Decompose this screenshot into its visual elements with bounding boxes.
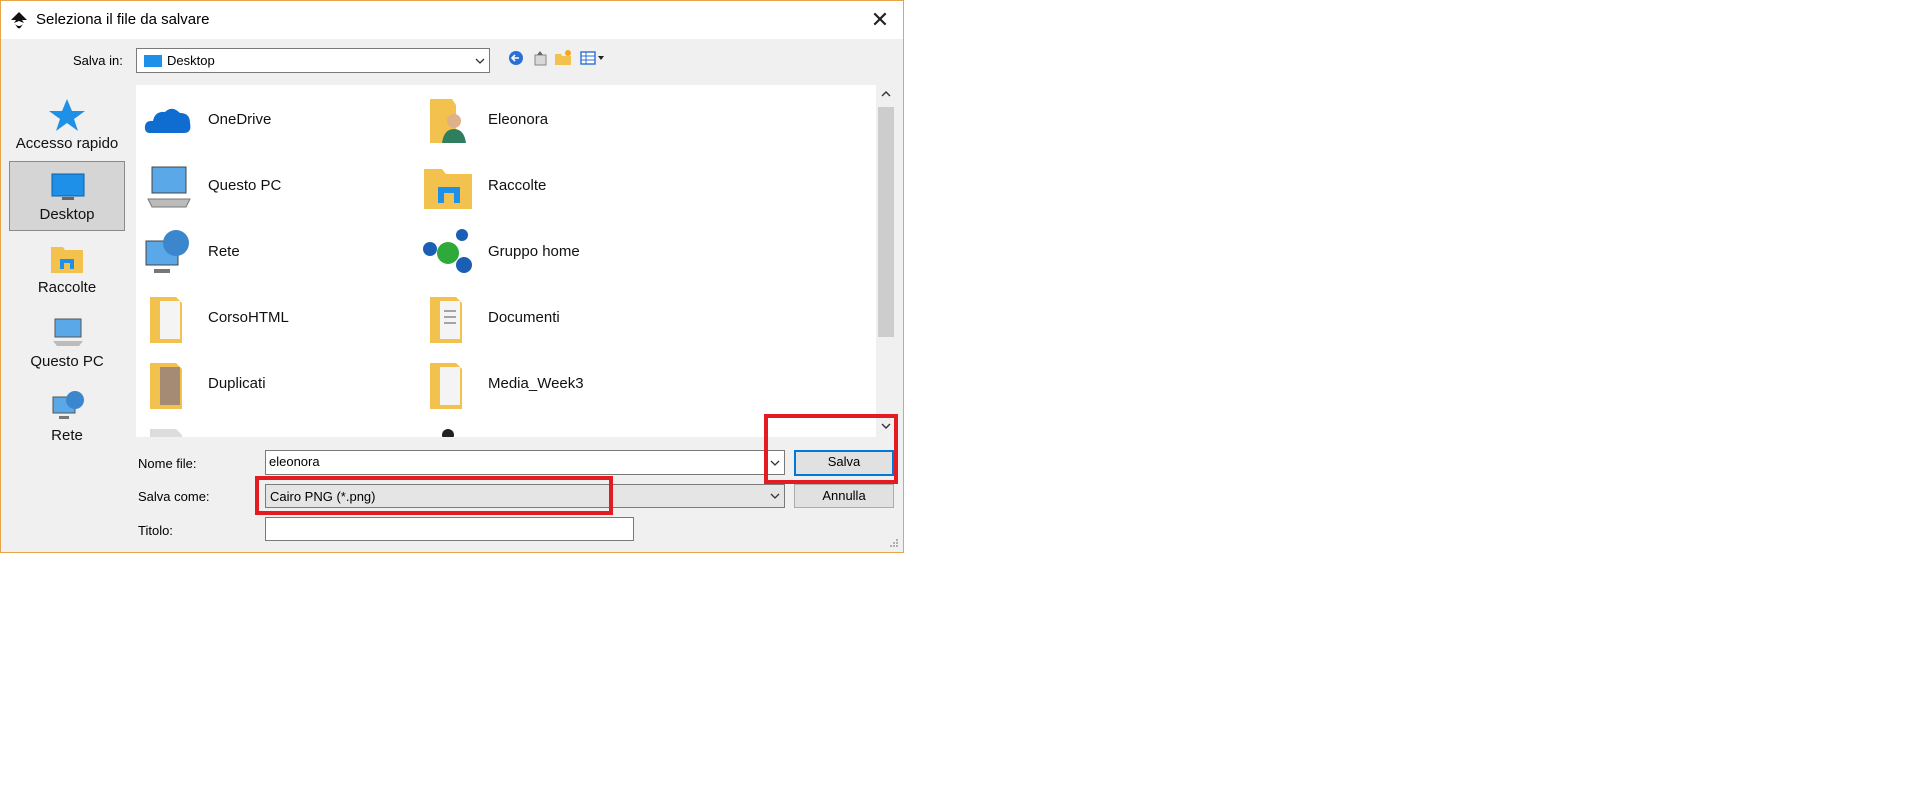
desktop-icon bbox=[51, 173, 85, 200]
location-dropdown[interactable]: Desktop bbox=[136, 48, 490, 73]
highlight-save-button bbox=[764, 414, 898, 484]
title-bar: Seleziona il file da salvare ✕ bbox=[1, 1, 903, 39]
list-item[interactable]: Duplicati bbox=[136, 355, 396, 415]
libraries-folder-icon bbox=[424, 169, 472, 209]
folder-icon bbox=[430, 363, 462, 409]
new-folder-icon[interactable] bbox=[554, 49, 572, 67]
resize-grip-icon[interactable] bbox=[889, 538, 899, 548]
chevron-down-icon bbox=[770, 493, 780, 499]
place-label: Desktop bbox=[39, 206, 95, 223]
place-rete[interactable]: Rete bbox=[9, 383, 125, 453]
cancel-button[interactable]: Annulla bbox=[794, 484, 894, 508]
user-folder-icon bbox=[430, 99, 466, 143]
network-icon bbox=[52, 391, 84, 419]
computer-icon bbox=[53, 318, 83, 346]
location-value: Desktop bbox=[167, 53, 215, 68]
list-item[interactable]: Eleonora bbox=[416, 91, 676, 151]
list-item[interactable]: Rete bbox=[136, 223, 396, 283]
place-raccolte[interactable]: Raccolte bbox=[9, 235, 125, 305]
chevron-down-icon bbox=[475, 58, 485, 64]
view-menu-icon[interactable] bbox=[579, 49, 607, 67]
back-arrow-icon[interactable] bbox=[507, 49, 525, 67]
title-label: Titolo: bbox=[138, 523, 173, 538]
scroll-up-icon[interactable] bbox=[880, 89, 892, 99]
highlight-savetype-dropdown bbox=[255, 476, 613, 515]
list-item[interactable]: Documenti bbox=[416, 289, 676, 349]
place-label: Raccolte bbox=[37, 279, 97, 296]
close-button[interactable]: ✕ bbox=[857, 1, 903, 39]
quick-access-star-icon bbox=[49, 99, 85, 131]
folder-icon bbox=[430, 297, 462, 343]
savetype-label: Salva come: bbox=[138, 489, 210, 504]
up-folder-icon[interactable] bbox=[531, 49, 549, 67]
location-label: Salva in: bbox=[73, 53, 123, 68]
desktop-icon bbox=[144, 55, 162, 67]
place-desktop[interactable]: Desktop bbox=[9, 161, 125, 231]
computer-icon bbox=[147, 166, 191, 208]
folder-icon bbox=[150, 429, 182, 437]
place-accesso-rapido[interactable]: Accesso rapido bbox=[9, 91, 125, 161]
place-label: Questo PC bbox=[30, 353, 104, 370]
place-label: Rete bbox=[51, 427, 83, 444]
list-item[interactable]: Gruppo home bbox=[416, 223, 676, 283]
filename-label: Nome file: bbox=[138, 456, 197, 471]
title-input[interactable] bbox=[265, 517, 634, 541]
list-item[interactable]: Media_Week3 bbox=[416, 355, 676, 415]
list-item[interactable]: eleonora bbox=[416, 421, 676, 437]
folder-icon bbox=[150, 363, 182, 409]
place-label: Accesso rapido bbox=[15, 135, 119, 152]
filename-input[interactable]: eleonora bbox=[265, 450, 769, 475]
list-item[interactable]: Questo PC bbox=[136, 157, 396, 217]
window-title: Seleziona il file da salvare bbox=[36, 11, 210, 28]
list-item[interactable]: CorsoHTML bbox=[136, 289, 396, 349]
file-list-scrollbar[interactable] bbox=[876, 85, 896, 437]
homegroup-icon bbox=[423, 229, 472, 273]
places-sidebar: Accesso rapido Desktop Raccolte Questo P… bbox=[9, 87, 127, 507]
place-questo-pc[interactable]: Questo PC bbox=[9, 309, 125, 379]
libraries-folder-icon bbox=[51, 247, 83, 273]
network-icon bbox=[145, 230, 189, 273]
scrollbar-thumb[interactable] bbox=[878, 107, 894, 337]
list-item[interactable]: 5 bbox=[136, 421, 396, 437]
file-icon bbox=[442, 429, 454, 437]
close-icon: ✕ bbox=[870, 7, 890, 32]
folder-icon bbox=[150, 297, 182, 343]
list-item[interactable]: OneDrive bbox=[136, 91, 396, 151]
file-list[interactable]: OneDrive Eleonora Questo PC Raccolte Ret… bbox=[136, 85, 876, 437]
inkscape-app-icon bbox=[11, 12, 27, 29]
onedrive-cloud-icon bbox=[144, 108, 191, 133]
list-item[interactable]: Raccolte bbox=[416, 157, 676, 217]
